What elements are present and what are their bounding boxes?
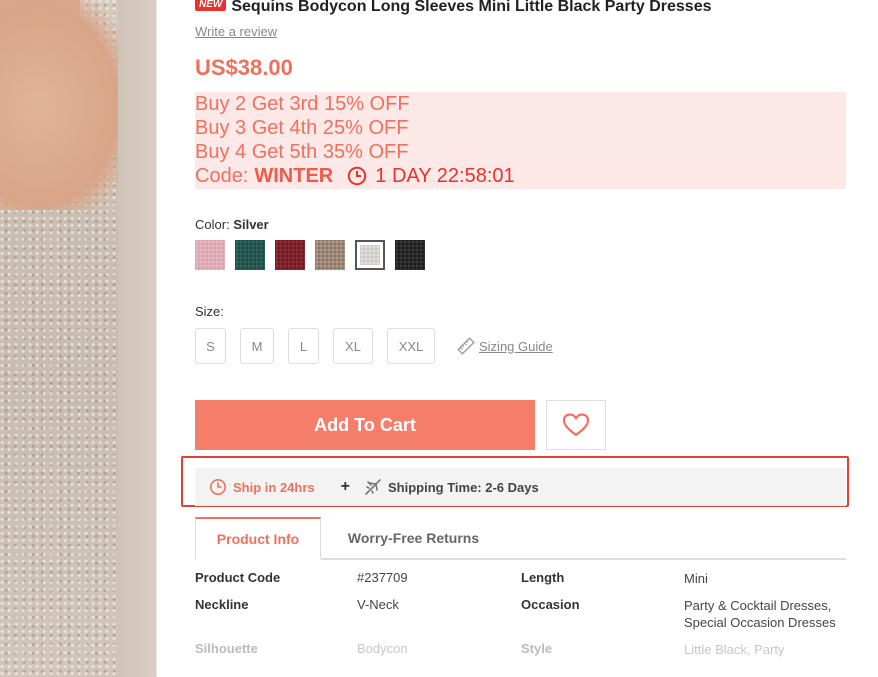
color-swatches bbox=[195, 240, 425, 270]
spec-key: Length bbox=[521, 570, 565, 585]
size-m-button[interactable]: M bbox=[240, 328, 274, 364]
tab-worry-free-returns[interactable]: Worry-Free Returns bbox=[331, 517, 496, 558]
photo-edge bbox=[0, 0, 157, 677]
wishlist-button[interactable] bbox=[546, 400, 606, 450]
add-to-cart-button[interactable]: Add To Cart bbox=[195, 400, 535, 450]
color-label-text: Color: bbox=[195, 217, 230, 232]
spec-key: Style bbox=[521, 641, 553, 656]
clock-icon bbox=[210, 479, 226, 495]
swatch-burgundy[interactable] bbox=[275, 240, 305, 270]
swatch-fill bbox=[275, 240, 305, 270]
promo-line-2: Buy 3 Get 4th 25% OFF bbox=[195, 117, 409, 139]
promo-code-label: Code: bbox=[195, 165, 249, 187]
size-l-button[interactable]: L bbox=[288, 328, 319, 364]
new-badge: NEW bbox=[195, 0, 227, 11]
swatch-silver[interactable] bbox=[355, 240, 385, 270]
selected-color: Silver bbox=[233, 217, 269, 232]
swatch-green[interactable] bbox=[235, 240, 265, 270]
size-xl-button[interactable]: XL bbox=[333, 328, 373, 364]
airplane-icon bbox=[365, 479, 381, 495]
swatch-champagne[interactable] bbox=[315, 240, 345, 270]
product-title: Sequins Bodycon Long Sleeves Mini Little… bbox=[231, 0, 712, 15]
product-price: US$38.00 bbox=[195, 55, 293, 80]
spec-value: Little Black, Party bbox=[684, 642, 785, 657]
heart-icon bbox=[562, 413, 590, 437]
promo-box: Buy 2 Get 3rd 15% OFF Buy 3 Get 4th 25% … bbox=[195, 92, 846, 189]
title-row: NEW Sequins Bodycon Long Sleeves Mini Li… bbox=[195, 0, 712, 16]
size-options: S M L XL XXL Sizing Guide bbox=[195, 328, 553, 364]
spec-value: V-Neck bbox=[357, 597, 399, 612]
spec-key: Occasion bbox=[521, 597, 580, 612]
shipping-time-text: Shipping Time: 2-6 Days bbox=[387, 479, 539, 495]
promo-code-row: Code: WINTER 1 DAY 22:58:01 bbox=[195, 164, 846, 188]
color-label: Color: Silver bbox=[195, 217, 269, 232]
swatch-fill bbox=[195, 240, 225, 270]
promo-line-1: Buy 2 Get 3rd 15% OFF bbox=[195, 93, 410, 115]
spec-value: Bodycon bbox=[357, 641, 408, 656]
swatch-fill bbox=[395, 240, 425, 270]
clock-icon bbox=[348, 166, 367, 186]
spec-key: Silhouette bbox=[195, 641, 258, 656]
spec-value: #237709 bbox=[357, 570, 408, 585]
spec-value: Mini bbox=[684, 571, 708, 586]
countdown-timer: 1 DAY 22:58:01 bbox=[375, 165, 515, 187]
sizing-guide-text: Sizing Guide bbox=[479, 338, 553, 354]
swatch-fill bbox=[315, 240, 345, 270]
swatch-fill bbox=[235, 240, 265, 270]
spec-key: Product Code bbox=[195, 570, 281, 585]
shipping-time: Shipping Time: 2-6 Days bbox=[364, 478, 539, 496]
info-tabs: Product Info Worry-Free Returns bbox=[195, 517, 846, 560]
spec-key: Neckline bbox=[195, 597, 249, 612]
plus-icon: + bbox=[340, 478, 350, 495]
write-review-link[interactable]: Write a review bbox=[195, 24, 277, 39]
size-label: Size: bbox=[195, 304, 224, 319]
product-photo[interactable] bbox=[0, 0, 157, 677]
ship-24hrs-text: Ship in 24hrs bbox=[233, 479, 315, 495]
promo-code: WINTER bbox=[254, 165, 334, 187]
swatch-black[interactable] bbox=[395, 240, 425, 270]
sizing-guide-link[interactable]: Sizing Guide bbox=[457, 337, 553, 355]
shipping-info-bar: Ship in 24hrs + Shipping Time: 2-6 Days bbox=[195, 468, 846, 506]
size-xxl-button[interactable]: XXL bbox=[387, 328, 435, 364]
swatch-pink[interactable] bbox=[195, 240, 225, 270]
tab-product-info[interactable]: Product Info bbox=[195, 517, 321, 560]
ruler-icon bbox=[457, 337, 475, 355]
swatch-fill bbox=[360, 245, 380, 265]
spec-value: Party & Cocktail Dresses, Special Occasi… bbox=[684, 598, 836, 630]
ship-24hrs: Ship in 24hrs bbox=[209, 478, 315, 496]
size-s-button[interactable]: S bbox=[195, 328, 226, 364]
promo-line-3: Buy 4 Get 5th 35% OFF bbox=[195, 141, 409, 163]
